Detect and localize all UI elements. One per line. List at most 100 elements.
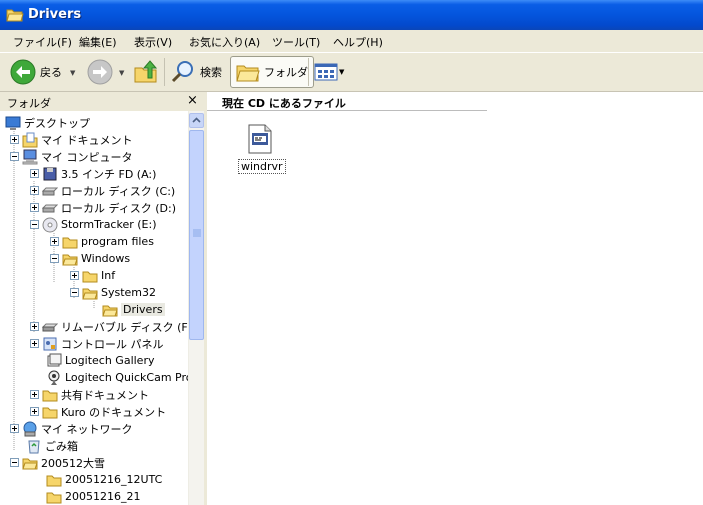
tree-item-label: 200512大雪 <box>41 456 105 470</box>
expand-icon[interactable] <box>30 203 39 212</box>
folder-icon <box>46 475 62 486</box>
tree-item-label: Drivers <box>121 303 165 316</box>
tree-item-system32[interactable]: System32 <box>70 284 156 301</box>
folder-icon <box>42 407 58 418</box>
views-dropdown-icon: ▼ <box>339 68 345 76</box>
tree-item-shared-documents[interactable]: 共有ドキュメント <box>30 386 149 403</box>
pane-splitter[interactable] <box>204 92 207 505</box>
tree-item-label: リムーバブル ディスク (F:) <box>61 320 188 334</box>
network-icon <box>23 421 37 436</box>
close-icon[interactable]: × <box>187 93 198 108</box>
scroll-up-button[interactable] <box>189 113 204 128</box>
tree-item-my-network[interactable]: マイ ネットワーク <box>10 420 133 437</box>
title-bar[interactable]: Drivers <box>0 0 703 30</box>
toolbar-separator <box>164 58 165 86</box>
folders-icon <box>236 65 260 82</box>
tree-item-drivers[interactable]: Drivers <box>102 301 165 318</box>
tree-item-removable-f[interactable]: リムーバブル ディスク (F:) <box>30 318 188 335</box>
tree-item-windows[interactable]: Windows <box>50 250 130 267</box>
folder-icon <box>82 271 98 282</box>
tree-item-20051216-12utc[interactable]: 20051216_12UTC <box>46 471 162 488</box>
search-label: 検索 <box>200 66 222 79</box>
tree-item-control-panel[interactable]: コントロール パネル <box>30 335 164 352</box>
expand-icon[interactable] <box>30 407 39 416</box>
desktop-icon <box>5 116 21 130</box>
tree-item-label: デスクトップ <box>24 116 90 130</box>
setup-info-file-icon <box>248 124 272 154</box>
tree-item-label: 3.5 インチ FD (A:) <box>61 167 157 181</box>
expand-icon[interactable] <box>50 237 59 246</box>
menu-view[interactable]: 表示(V) <box>134 34 172 50</box>
cd-drive-icon <box>42 217 58 232</box>
webcam-icon <box>48 370 60 385</box>
tree-item-label: マイ ドキュメント <box>41 133 133 147</box>
back-dropdown-icon[interactable]: ▼ <box>70 69 75 77</box>
folders-label: フォルダ <box>264 66 308 79</box>
tree-item-label: Logitech Gallery <box>65 354 155 367</box>
tree-item-local-disk-d[interactable]: ローカル ディスク (D:) <box>30 199 176 216</box>
file-item-windrvr[interactable]: windrvr <box>238 124 286 174</box>
menu-tools[interactable]: ツール(T) <box>272 34 320 50</box>
tree-item-recycle-bin[interactable]: ごみ箱 <box>26 437 78 454</box>
tree-item-label: ローカル ディスク (D:) <box>61 201 176 215</box>
tree-item-floppy-a[interactable]: 3.5 インチ FD (A:) <box>30 165 156 182</box>
collapse-icon[interactable] <box>10 458 19 467</box>
tree-item-label: StormTracker (E:) <box>61 218 157 231</box>
content-group-title: 現在 CD にあるファイル <box>222 97 346 110</box>
tree-item-program-files[interactable]: program files <box>50 233 154 250</box>
back-arrow-icon <box>10 59 36 85</box>
tree-item-logitech-quickcam[interactable]: Logitech QuickCam Pro <box>46 369 188 386</box>
forward-button[interactable] <box>87 56 113 88</box>
tree-item-label: Kuro のドキュメント <box>61 405 167 419</box>
back-label: 戻る <box>40 66 62 79</box>
forward-arrow-icon <box>87 59 113 85</box>
up-folder-icon <box>134 60 158 83</box>
folder-pane-header: フォルダ × <box>0 92 205 111</box>
tree-item-desktop[interactable]: デスクトップ <box>5 114 90 131</box>
back-button[interactable]: 戻る <box>10 56 62 88</box>
tree-scrollbar[interactable] <box>188 111 205 505</box>
tree-item-kuro-documents[interactable]: Kuro のドキュメント <box>30 403 166 420</box>
tree-item-logitech-gallery[interactable]: Logitech Gallery <box>46 352 154 369</box>
menu-edit[interactable]: 編集(E) <box>79 34 117 50</box>
toolbar-separator <box>308 58 309 86</box>
up-folder-button[interactable] <box>133 56 159 88</box>
tree-item-stormtracker-e[interactable]: StormTracker (E:) <box>30 216 157 233</box>
expand-icon[interactable] <box>30 322 39 331</box>
expand-icon[interactable] <box>10 424 19 433</box>
expand-icon[interactable] <box>30 186 39 195</box>
tree-item-200512-ooyuki[interactable]: 200512大雪 <box>10 454 105 471</box>
my-documents-icon <box>22 132 38 147</box>
expand-icon[interactable] <box>30 339 39 348</box>
menu-favorites[interactable]: お気に入り(A) <box>189 34 260 50</box>
chevron-up-icon <box>192 117 201 123</box>
scroll-thumb[interactable] <box>189 130 204 340</box>
views-button[interactable]: ▼ <box>314 56 344 88</box>
control-panel-icon <box>43 337 57 350</box>
menu-help[interactable]: ヘルプ(H) <box>333 34 383 50</box>
folder-icon <box>62 237 78 248</box>
expand-icon[interactable] <box>30 390 39 399</box>
tree-item-my-computer[interactable]: マイ コンピュータ <box>10 148 133 165</box>
folders-button[interactable]: フォルダ <box>230 56 314 88</box>
tree-item-inf[interactable]: Inf <box>70 267 115 284</box>
search-icon <box>171 61 193 83</box>
search-button[interactable]: 検索 <box>170 56 222 88</box>
expand-icon[interactable] <box>70 271 79 280</box>
removable-disk-icon <box>42 323 58 331</box>
content-group-header: 現在 CD にあるファイル <box>207 92 487 111</box>
forward-dropdown-icon[interactable]: ▼ <box>119 69 124 77</box>
expand-icon[interactable] <box>10 135 19 144</box>
collapse-icon[interactable] <box>70 288 79 297</box>
collapse-icon[interactable] <box>50 254 59 263</box>
tree-item-my-documents[interactable]: マイ ドキュメント <box>10 131 133 148</box>
expand-icon[interactable] <box>30 169 39 178</box>
tree-item-label: Windows <box>81 252 131 265</box>
menu-file[interactable]: ファイル(F) <box>13 34 72 50</box>
hard-disk-icon <box>42 204 58 212</box>
collapse-icon[interactable] <box>10 152 19 161</box>
tree-item-label: 20051216_12UTC <box>65 473 163 486</box>
tree-item-20051216-21[interactable]: 20051216_21 <box>46 488 141 505</box>
collapse-icon[interactable] <box>30 220 39 229</box>
tree-item-local-disk-c[interactable]: ローカル ディスク (C:) <box>30 182 175 199</box>
